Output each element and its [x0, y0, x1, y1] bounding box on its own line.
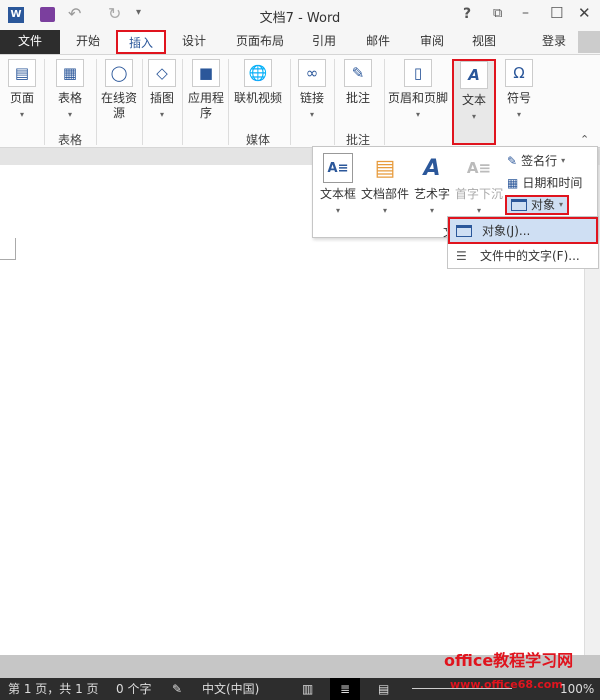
- comment-label: 批注: [345, 91, 370, 105]
- omega-icon: Ω: [505, 59, 533, 87]
- quick-parts-button[interactable]: ▤ 文档部件 ▾: [359, 153, 411, 218]
- header-footer-button[interactable]: ▯ 页眉和页脚 ▾: [386, 59, 450, 122]
- read-mode-icon[interactable]: ▥: [302, 678, 313, 700]
- tab-review[interactable]: 审阅: [410, 30, 454, 54]
- illustrations-label: 插图: [149, 91, 174, 105]
- sign-in-link[interactable]: 登录: [538, 30, 570, 54]
- apps-button[interactable]: ■ 应用程序: [184, 59, 228, 121]
- comment-icon: ✎: [344, 59, 372, 87]
- object-submenu: 对象(J)... ☰ 文件中的文字(F)...: [447, 216, 599, 269]
- menu-item-object-label: 对象(J)...: [482, 224, 531, 238]
- word-count[interactable]: 0 个字: [116, 678, 151, 700]
- minimize-button[interactable]: –: [522, 5, 529, 21]
- web-layout-icon[interactable]: ▤: [378, 678, 389, 700]
- watermark-url: www.office68.com: [450, 678, 563, 691]
- drop-cap-button[interactable]: A≡ 首字下沉 ▾: [453, 153, 505, 218]
- wordart-button[interactable]: A 艺术字 ▾: [411, 153, 453, 218]
- symbols-label: 符号: [506, 91, 531, 105]
- date-time-label: 日期和时间: [522, 176, 583, 190]
- text-button[interactable]: A 文本 ▾: [452, 59, 496, 145]
- table-button[interactable]: ▦ 表格 ▾: [50, 59, 90, 122]
- tab-insert[interactable]: 插入: [116, 30, 166, 54]
- object-icon: [456, 225, 472, 237]
- menu-item-text-from-file-label: 文件中的文字(F)...: [480, 249, 580, 263]
- group-table-label: 表格: [57, 133, 82, 147]
- link-icon: ∞: [298, 59, 326, 87]
- textbox-button[interactable]: A≡ 文本框 ▾: [315, 153, 361, 218]
- help-icon[interactable]: ?: [463, 6, 471, 22]
- print-layout-icon[interactable]: ≣: [330, 678, 360, 700]
- signature-label: 签名行: [521, 154, 558, 168]
- ribbon-display-icon[interactable]: ⧉: [493, 6, 502, 21]
- wordart-icon: A: [423, 155, 441, 181]
- tab-design[interactable]: 设计: [172, 30, 216, 54]
- calendar-icon: ▦: [507, 176, 519, 190]
- links-label: 链接: [299, 91, 324, 105]
- object-icon: [511, 199, 527, 211]
- header-icon: ▯: [404, 59, 432, 87]
- title-bar: W ↶ ↻ ▾ 文档7 - Word ? ⧉ – ☐ ✕: [0, 0, 600, 30]
- collapse-ribbon-icon[interactable]: ⌃: [580, 133, 589, 146]
- status-bar: 第 1 页，共 1 页 0 个字 ✎ 中文(中国) ▥ ≣ ▤ www.offi…: [0, 678, 600, 700]
- page-icon: ▤: [8, 59, 36, 87]
- quick-parts-label: 文档部件: [360, 187, 409, 201]
- language[interactable]: 中文(中国): [202, 678, 259, 700]
- textbox-label: 文本框: [319, 187, 356, 201]
- wordart-label: 艺术字: [413, 187, 450, 201]
- group-media-label: 媒体: [245, 133, 270, 147]
- video-label: 联机视频: [233, 91, 282, 105]
- menu-item-text-from-file[interactable]: ☰ 文件中的文字(F)...: [448, 244, 598, 269]
- tab-home[interactable]: 开始: [66, 30, 110, 54]
- close-button[interactable]: ✕: [578, 4, 591, 22]
- comment-button[interactable]: ✎ 批注: [338, 59, 378, 106]
- symbols-button[interactable]: Ω 符号 ▾: [502, 59, 536, 122]
- date-time-button[interactable]: ▦ 日期和时间: [507, 173, 582, 193]
- video-icon: 🌐: [244, 59, 272, 87]
- quick-parts-icon: ▤: [374, 155, 396, 181]
- tab-file[interactable]: 文件: [0, 30, 60, 54]
- text-label: 文本: [461, 93, 486, 107]
- pages-label: 页面: [9, 91, 34, 105]
- drop-cap-label: 首字下沉: [454, 187, 503, 201]
- tab-layout[interactable]: 页面布局: [228, 30, 292, 54]
- page-count[interactable]: 第 1 页，共 1 页: [8, 678, 99, 700]
- textbox-icon: A≡: [323, 153, 353, 183]
- online-resources-button[interactable]: ◯ 在线资源: [98, 59, 140, 121]
- apps-icon: ■: [192, 59, 220, 87]
- tab-references[interactable]: 引用: [302, 30, 346, 54]
- online-video-button[interactable]: 🌐 联机视频: [230, 59, 286, 106]
- tab-view[interactable]: 视图: [462, 30, 506, 54]
- zoom-level[interactable]: 100%: [560, 678, 594, 700]
- object-button[interactable]: 对象 ▾: [505, 195, 570, 215]
- proofing-icon[interactable]: ✎: [172, 678, 182, 700]
- table-label: 表格: [57, 91, 82, 105]
- illustrations-button[interactable]: ◇ 插图 ▾: [144, 59, 180, 122]
- signature-line-button[interactable]: ✎ 签名行 ▾: [507, 151, 565, 171]
- apps-label: 应用程序: [187, 91, 224, 120]
- window-title: 文档7 - Word: [259, 11, 341, 26]
- links-button[interactable]: ∞ 链接 ▾: [294, 59, 330, 122]
- avatar[interactable]: [578, 31, 600, 53]
- ribbon-tabs: 文件 开始 插入 设计 页面布局 引用 邮件 审阅 视图 登录: [0, 30, 600, 54]
- document-icon: ☰: [456, 249, 467, 263]
- signature-icon: ✎: [507, 154, 518, 168]
- object-label: 对象: [531, 198, 556, 212]
- margin-marker: [0, 238, 16, 260]
- online-icon: ◯: [105, 59, 133, 87]
- text-icon: A: [460, 61, 488, 89]
- header-footer-label: 页眉和页脚: [387, 91, 448, 105]
- watermark-site: office教程学习网: [444, 651, 574, 670]
- menu-item-object[interactable]: 对象(J)...: [448, 217, 598, 244]
- maximize-button[interactable]: ☐: [550, 4, 563, 22]
- drop-cap-icon: A≡: [466, 158, 492, 177]
- ribbon-insert: ▤ 页面 ▾ ▦ 表格 ▾ 表格 ◯ 在线资源 ◇ 插图 ▾ ■ 应用程序 🌐 联机视频 媒体 ∞…: [0, 54, 600, 148]
- table-icon: ▦: [56, 59, 84, 87]
- online-label: 在线资源: [100, 91, 137, 120]
- pages-button[interactable]: ▤ 页面 ▾: [4, 59, 40, 122]
- tab-mailings[interactable]: 邮件: [356, 30, 400, 54]
- shapes-icon: ◇: [148, 59, 176, 87]
